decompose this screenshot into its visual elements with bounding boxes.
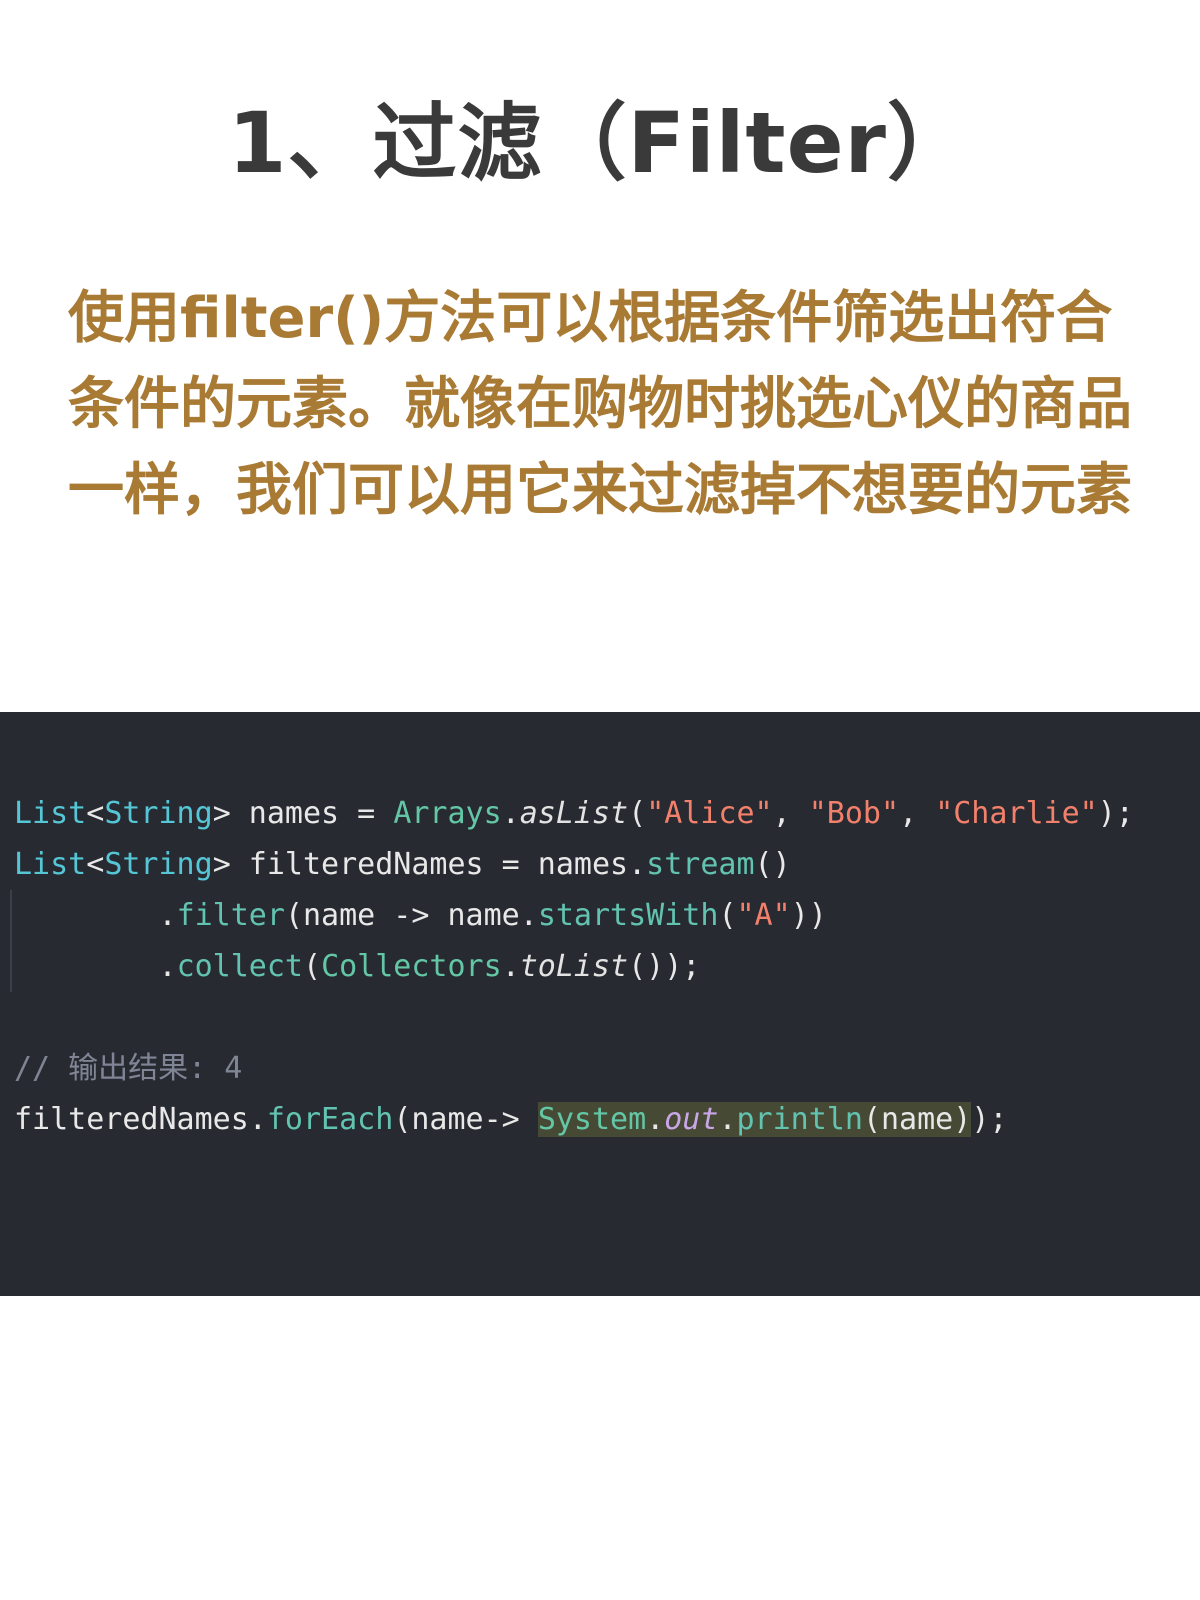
code-token: names = <box>230 796 394 831</box>
code-token: forEach <box>266 1102 394 1137</box>
code-token: (name) <box>862 1102 972 1137</box>
code-content: List<String> names = Arrays.asList("Alic… <box>14 788 1134 1145</box>
code-token: out <box>664 1102 719 1137</box>
code-token: ( <box>718 898 737 933</box>
code-token: asList <box>519 796 629 831</box>
code-token: Arrays <box>393 796 502 831</box>
code-token: String <box>104 847 213 882</box>
code-token: "Charlie" <box>935 796 1098 831</box>
code-token: < <box>86 847 105 882</box>
code-token: )) <box>790 898 827 933</box>
code-token: List <box>14 847 87 882</box>
code-token: > <box>212 847 231 882</box>
code-line-7: filteredNames.forEach(name-> System.out.… <box>14 1094 1134 1145</box>
code-token: . <box>14 898 177 933</box>
code-token: stream <box>646 847 755 882</box>
code-token: ( <box>303 949 322 984</box>
code-token: . <box>718 1102 737 1137</box>
code-token: "A" <box>736 898 791 933</box>
code-token: , <box>899 796 936 831</box>
code-token: . <box>501 796 520 831</box>
code-token: filteredNames = names. <box>230 847 647 882</box>
code-token: () <box>754 847 791 882</box>
code-token: toList <box>519 949 629 984</box>
code-token: (name-> <box>393 1102 538 1137</box>
code-token: ); <box>1097 796 1134 831</box>
code-token: > <box>212 796 231 831</box>
code-token: . <box>14 949 177 984</box>
code-token: println <box>736 1102 863 1137</box>
code-line-2: List<String> filteredNames = names.strea… <box>14 839 1134 890</box>
code-token: , <box>772 796 809 831</box>
code-highlight: System.out.println(name) <box>537 1102 972 1137</box>
code-token: ()); <box>628 949 701 984</box>
code-token: (name -> name. <box>284 898 538 933</box>
code-comment: // 输出结果: 4 <box>14 1051 243 1086</box>
code-token: Collectors <box>321 949 502 984</box>
code-token: collect <box>176 949 303 984</box>
code-line-1: List<String> names = Arrays.asList("Alic… <box>14 788 1134 839</box>
code-token: ); <box>971 1102 1008 1137</box>
code-line-4: .collect(Collectors.toList()); <box>14 941 1134 992</box>
code-block: List<String> names = Arrays.asList("Alic… <box>0 712 1200 1296</box>
code-token: filteredNames. <box>14 1102 267 1137</box>
code-token: < <box>86 796 105 831</box>
page-title: 1、过滤（Filter） <box>228 94 972 192</box>
code-token: List <box>14 796 87 831</box>
indent-guide <box>10 890 12 992</box>
code-token: startsWith <box>537 898 719 933</box>
code-line-3: .filter(name -> name.startsWith("A")) <box>14 890 1134 941</box>
code-line-6: // 输出结果: 4 <box>14 1043 1134 1094</box>
code-token: . <box>646 1102 665 1137</box>
code-token: String <box>104 796 213 831</box>
code-token: "Bob" <box>808 796 900 831</box>
description-text: 使用filter()方法可以根据条件筛选出符合条件的元素。就像在购物时挑选心仪的… <box>68 286 1132 523</box>
code-token: System <box>537 1102 647 1137</box>
code-token: ( <box>628 796 647 831</box>
code-token: "Alice" <box>646 796 773 831</box>
code-token: filter <box>176 898 285 933</box>
code-token: . <box>501 949 520 984</box>
